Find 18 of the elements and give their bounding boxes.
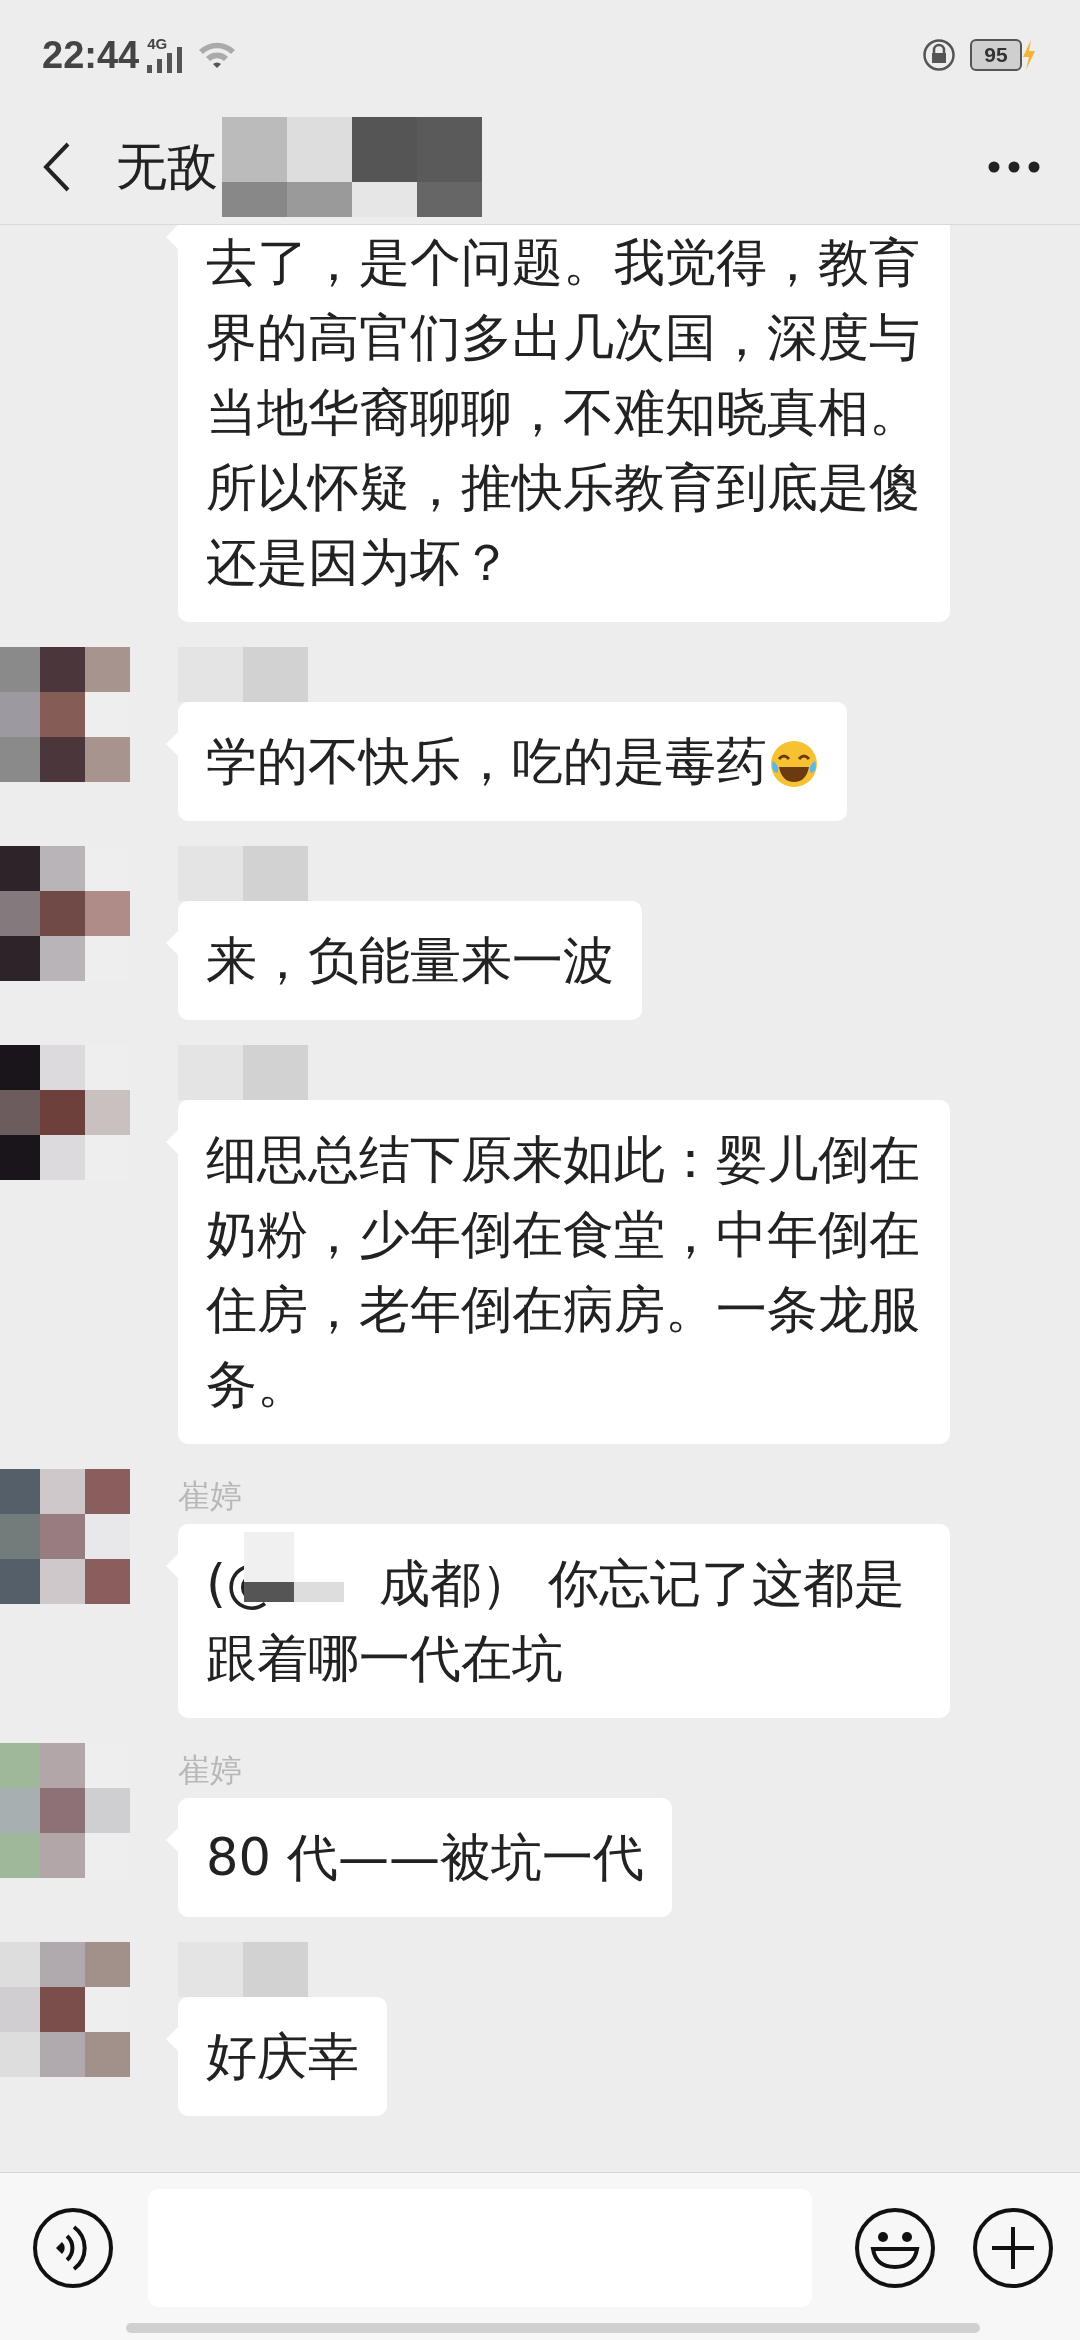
message-text: 好庆幸 [206,2027,359,2086]
message-text: 80 代——被坑一代 [206,1828,645,1887]
battery-level: 95 [970,39,1022,71]
back-icon[interactable] [42,141,72,193]
wifi-icon [197,40,238,70]
emoji-icon[interactable] [854,2207,936,2289]
message-text: 来，负能量来一波 [206,931,614,990]
rotation-lock-icon [922,38,956,72]
network-type: 4G [147,35,168,52]
message-text: 细思总结下原来如此：婴儿倒在奶粉，少年倒在食堂，中年倒在住房，老年倒在病房。一条龙服务。 [206,1130,920,1414]
chat-title: 无敌 [116,135,218,198]
add-icon[interactable] [972,2207,1054,2289]
more-icon[interactable] [988,161,1040,173]
message-text: 学的不快乐，吃的是毒药 [206,732,767,791]
laughing-emoji-icon [769,739,819,789]
clock-time: 22:44 [42,33,140,77]
message-text: 去了，是个问题。我觉得，教育界的高官们多出几次国，深度与当地华裔聊聊，不难知晓真相。所以怀疑，推快乐教育到底是傻还是因为坏？ [206,233,920,592]
voice-icon[interactable] [32,2207,114,2289]
